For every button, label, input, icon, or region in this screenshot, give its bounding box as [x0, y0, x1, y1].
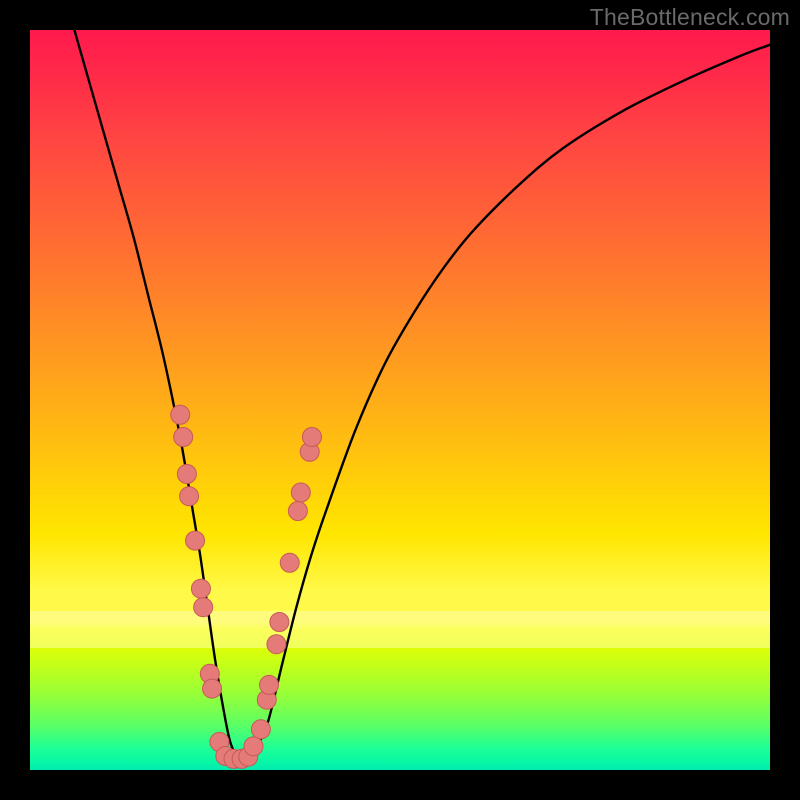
highlight-marker-dot	[291, 483, 310, 502]
highlight-marker-dot	[171, 405, 190, 424]
highlight-marker-dot	[251, 720, 270, 739]
highlight-marker-dot	[270, 613, 289, 632]
highlight-marker-dot	[186, 531, 205, 550]
highlight-marker-dot	[260, 675, 279, 694]
chart-plot-area	[30, 30, 770, 770]
highlight-marker-dot	[302, 428, 321, 447]
highlight-marker-dot	[203, 679, 222, 698]
highlight-marker-dot	[267, 635, 286, 654]
highlight-marker-dot	[191, 579, 210, 598]
highlight-marker-dot	[244, 737, 263, 756]
highlight-marker-dot	[180, 487, 199, 506]
highlight-markers-group	[171, 405, 322, 768]
highlight-marker-dot	[194, 598, 213, 617]
highlight-marker-dot	[280, 553, 299, 572]
watermark-text: TheBottleneck.com	[590, 4, 790, 31]
chart-svg	[30, 30, 770, 770]
highlight-marker-dot	[174, 428, 193, 447]
bottleneck-curve	[74, 30, 770, 759]
highlight-marker-dot	[177, 465, 196, 484]
highlight-marker-dot	[288, 502, 307, 521]
